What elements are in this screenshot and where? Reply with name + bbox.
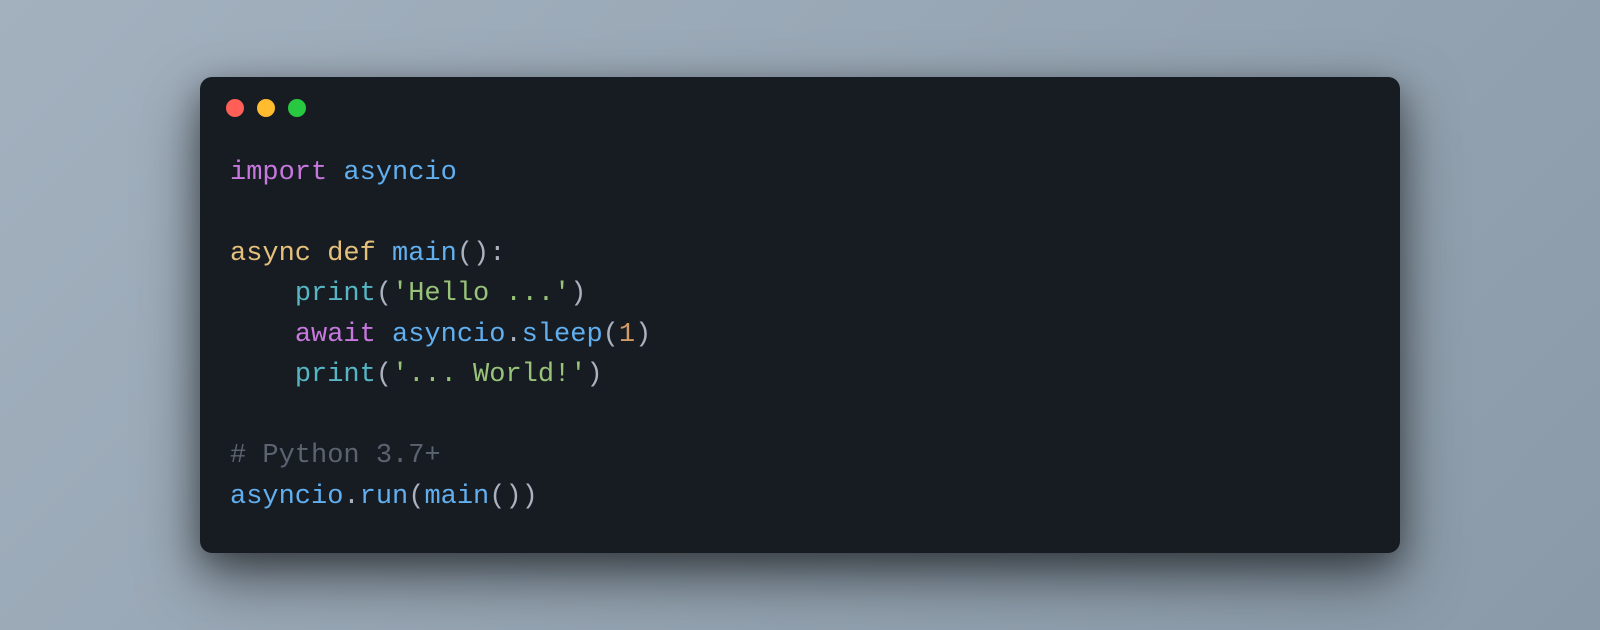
indent: [230, 320, 295, 350]
title-bar: [200, 77, 1400, 117]
code-line-7: [230, 396, 1370, 437]
code-line-9: asyncio.run(main()): [230, 477, 1370, 518]
punctuation: ():: [457, 239, 506, 269]
code-line-2: [230, 193, 1370, 234]
code-line-6: print('... World!'): [230, 355, 1370, 396]
code-line-4: print('Hello ...'): [230, 274, 1370, 315]
punctuation: (: [603, 320, 619, 350]
code-line-8: # Python 3.7+: [230, 436, 1370, 477]
keyword-async: async: [230, 239, 311, 269]
keyword-await: await: [295, 320, 376, 350]
punctuation: .: [343, 482, 359, 512]
keyword-def: def: [327, 239, 376, 269]
module-name: asyncio: [392, 320, 505, 350]
comment: # Python 3.7+: [230, 441, 441, 471]
code-line-3: async def main():: [230, 234, 1370, 275]
close-icon[interactable]: [226, 99, 244, 117]
module-name: asyncio: [343, 158, 456, 188]
punctuation: ): [570, 279, 586, 309]
punctuation: (: [376, 360, 392, 390]
indent: [230, 279, 295, 309]
minimize-icon[interactable]: [257, 99, 275, 117]
code-window: import asyncio async def main(): print('…: [200, 77, 1400, 554]
builtin-print: print: [295, 360, 376, 390]
method-name: run: [360, 482, 409, 512]
punctuation: (: [408, 482, 424, 512]
method-name: sleep: [522, 320, 603, 350]
punctuation: ): [522, 482, 538, 512]
code-content: import asyncio async def main(): print('…: [200, 117, 1400, 554]
string-literal: 'Hello ...': [392, 279, 570, 309]
maximize-icon[interactable]: [288, 99, 306, 117]
module-name: asyncio: [230, 482, 343, 512]
code-line-5: await asyncio.sleep(1): [230, 315, 1370, 356]
indent: [230, 360, 295, 390]
function-arg: main: [424, 482, 489, 512]
code-line-1: import asyncio: [230, 153, 1370, 194]
string-literal: '... World!': [392, 360, 586, 390]
function-name: main: [392, 239, 457, 269]
punctuation: .: [505, 320, 521, 350]
punctuation: ): [586, 360, 602, 390]
punctuation: (): [489, 482, 521, 512]
number-literal: 1: [619, 320, 635, 350]
punctuation: ): [635, 320, 651, 350]
punctuation: (: [376, 279, 392, 309]
keyword-import: import: [230, 158, 327, 188]
builtin-print: print: [295, 279, 376, 309]
